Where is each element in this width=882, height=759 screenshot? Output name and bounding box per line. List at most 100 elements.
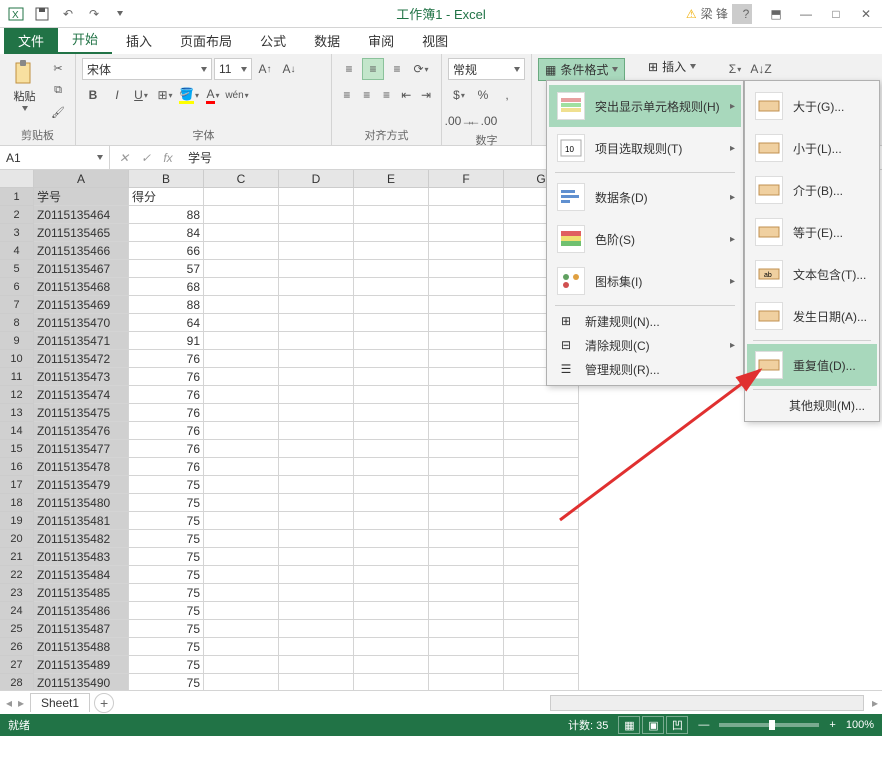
cell[interactable]	[429, 602, 504, 620]
cell[interactable]: Z0115135486	[34, 602, 129, 620]
warning-icon[interactable]: ⚠	[686, 7, 697, 21]
cell[interactable]: 75	[129, 530, 204, 548]
row-header[interactable]: 4	[0, 242, 34, 260]
cell[interactable]	[279, 422, 354, 440]
cell[interactable]	[279, 368, 354, 386]
cell[interactable]	[279, 620, 354, 638]
align-top-icon[interactable]: ≡	[338, 58, 360, 80]
cell[interactable]	[429, 350, 504, 368]
cell[interactable]	[279, 296, 354, 314]
minimize-icon[interactable]: —	[792, 3, 820, 25]
row-header[interactable]: 13	[0, 404, 34, 422]
cell[interactable]: Z0115135489	[34, 656, 129, 674]
phonetic-button[interactable]: wén	[226, 84, 248, 106]
cell[interactable]	[504, 458, 579, 476]
row-header[interactable]: 14	[0, 422, 34, 440]
cell[interactable]: Z0115135477	[34, 440, 129, 458]
cell[interactable]: Z0115135471	[34, 332, 129, 350]
menu-highlight-rules[interactable]: 突出显示单元格规则(H)▸	[549, 85, 741, 127]
cell[interactable]	[204, 188, 279, 206]
cell[interactable]	[279, 674, 354, 690]
menu-date-occurring[interactable]: 发生日期(A)...	[747, 295, 877, 337]
cell[interactable]	[354, 386, 429, 404]
tab-insert[interactable]: 插入	[112, 27, 166, 54]
cell[interactable]	[204, 656, 279, 674]
tab-review[interactable]: 审阅	[354, 27, 408, 54]
normal-view-icon[interactable]: ▦	[618, 716, 640, 734]
cell[interactable]	[204, 440, 279, 458]
name-box[interactable]: A1	[0, 146, 110, 169]
cell[interactable]	[429, 332, 504, 350]
row-header[interactable]: 3	[0, 224, 34, 242]
cell[interactable]	[279, 404, 354, 422]
cell[interactable]	[429, 278, 504, 296]
cell[interactable]: Z0115135487	[34, 620, 129, 638]
undo-icon[interactable]: ↶	[56, 3, 80, 25]
menu-equal-to[interactable]: 等于(E)...	[747, 211, 877, 253]
cell[interactable]	[429, 494, 504, 512]
paste-button[interactable]: 粘贴	[6, 58, 43, 111]
cell[interactable]	[279, 458, 354, 476]
row-header[interactable]: 10	[0, 350, 34, 368]
cell[interactable]	[204, 386, 279, 404]
cell[interactable]: Z0115135488	[34, 638, 129, 656]
cell[interactable]: 76	[129, 404, 204, 422]
cell[interactable]: 88	[129, 206, 204, 224]
indent-increase-icon[interactable]: ⇥	[417, 84, 435, 106]
column-header-F[interactable]: F	[429, 170, 504, 188]
cell[interactable]	[504, 566, 579, 584]
border-button[interactable]: ⊞	[154, 84, 176, 106]
cell[interactable]	[204, 404, 279, 422]
cell[interactable]	[279, 512, 354, 530]
cell[interactable]: 76	[129, 368, 204, 386]
cell[interactable]	[504, 620, 579, 638]
cell[interactable]	[279, 314, 354, 332]
cell[interactable]	[429, 260, 504, 278]
cell[interactable]	[429, 368, 504, 386]
cell[interactable]	[354, 656, 429, 674]
zoom-in-icon[interactable]: +	[829, 719, 835, 731]
row-header[interactable]: 22	[0, 566, 34, 584]
row-header[interactable]: 16	[0, 458, 34, 476]
row-header[interactable]: 6	[0, 278, 34, 296]
menu-icon-sets[interactable]: 图标集(I)▸	[549, 260, 741, 302]
menu-clear-rules[interactable]: ⊟ 清除规则(C)▸	[549, 333, 741, 357]
cell[interactable]: 76	[129, 386, 204, 404]
cell[interactable]	[429, 206, 504, 224]
row-header[interactable]: 18	[0, 494, 34, 512]
cell[interactable]	[279, 188, 354, 206]
cell[interactable]	[429, 440, 504, 458]
cell[interactable]	[354, 368, 429, 386]
cell[interactable]: Z0115135467	[34, 260, 129, 278]
cell[interactable]	[279, 656, 354, 674]
cell[interactable]	[504, 584, 579, 602]
menu-less-than[interactable]: 小于(L)...	[747, 127, 877, 169]
cell[interactable]: 84	[129, 224, 204, 242]
cell[interactable]	[204, 296, 279, 314]
cell[interactable]	[354, 422, 429, 440]
cell[interactable]: Z0115135466	[34, 242, 129, 260]
select-all-corner[interactable]	[0, 170, 34, 188]
tab-home[interactable]: 开始	[58, 25, 112, 54]
cell[interactable]	[354, 566, 429, 584]
cell[interactable]: Z0115135481	[34, 512, 129, 530]
sort-filter-icon[interactable]: A↓Z	[750, 58, 772, 80]
row-header[interactable]: 9	[0, 332, 34, 350]
cell[interactable]	[204, 674, 279, 690]
cell[interactable]	[354, 530, 429, 548]
cell[interactable]	[204, 476, 279, 494]
cell[interactable]	[354, 494, 429, 512]
accept-formula-icon[interactable]: ✓	[136, 148, 156, 168]
qat-customize-icon[interactable]	[108, 3, 132, 25]
cell[interactable]	[504, 656, 579, 674]
tab-file[interactable]: 文件	[4, 27, 58, 54]
cell[interactable]	[279, 206, 354, 224]
cell[interactable]	[354, 440, 429, 458]
cell[interactable]: Z0115135478	[34, 458, 129, 476]
tab-page-layout[interactable]: 页面布局	[166, 27, 246, 54]
cell[interactable]: Z0115135469	[34, 296, 129, 314]
row-header[interactable]: 8	[0, 314, 34, 332]
italic-button[interactable]: I	[106, 84, 128, 106]
increase-font-icon[interactable]: A↑	[254, 58, 276, 80]
user-name[interactable]: 梁 锋	[701, 5, 728, 22]
